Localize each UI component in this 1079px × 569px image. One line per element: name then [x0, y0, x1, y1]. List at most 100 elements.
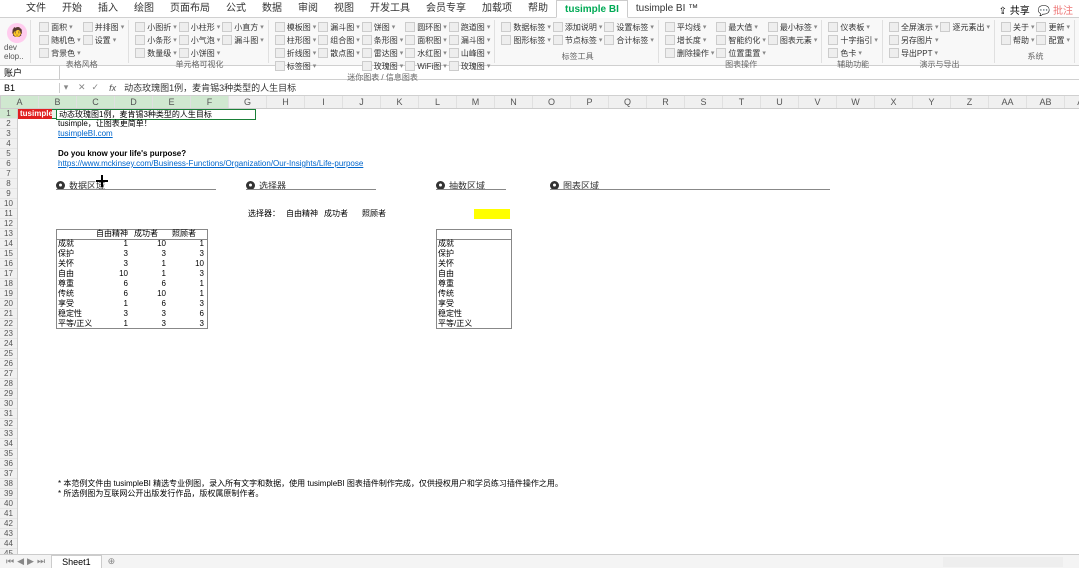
row-header[interactable]: 42	[0, 519, 17, 529]
cell[interactable]: 成就	[436, 239, 512, 249]
col-header[interactable]: J	[343, 96, 381, 108]
row-header[interactable]: 13	[0, 229, 17, 239]
namebox-dropdown-icon[interactable]: ▾	[60, 82, 72, 93]
col-header[interactable]: D	[115, 96, 153, 108]
ribbon-item[interactable]: 仪表板▾	[828, 21, 878, 33]
sheet-nav-next-icon[interactable]: ▶	[27, 556, 34, 567]
ribbon-item[interactable]: 雷达图▾	[362, 47, 404, 59]
ribbon-item[interactable]: 标签图▾	[275, 60, 317, 72]
col-header[interactable]: AB	[1027, 96, 1065, 108]
cell[interactable]: 尊重	[56, 279, 94, 289]
fx-confirm-icon[interactable]: ✓	[92, 82, 100, 93]
ribbon-item[interactable]: 位置重置▾	[716, 47, 766, 59]
col-header[interactable]: U	[761, 96, 799, 108]
ribbon-item[interactable]: 平均线▾	[665, 21, 715, 33]
cell[interactable]: 3	[132, 309, 170, 319]
ribbon-item[interactable]: 面积▾	[39, 21, 81, 33]
cell[interactable]: tusimple	[18, 109, 52, 119]
ribbon-item[interactable]: 帮助▾	[1001, 34, 1035, 46]
row-header[interactable]: 3	[0, 129, 17, 139]
tab-dev[interactable]: 开发工具	[362, 0, 418, 18]
ribbon-item[interactable]: 条形图▾	[362, 34, 404, 46]
col-header[interactable]: AC	[1065, 96, 1079, 108]
col-header[interactable]: Y	[913, 96, 951, 108]
ribbon-item[interactable]: 漏斗图▾	[222, 34, 264, 46]
cell[interactable]: 自由精神	[284, 209, 320, 219]
tab-home[interactable]: 开始	[54, 0, 90, 18]
row-header[interactable]: 25	[0, 349, 17, 359]
cell[interactable]: 1	[94, 319, 132, 329]
cell[interactable]: 3	[94, 249, 132, 259]
row-header[interactable]: 17	[0, 269, 17, 279]
row-header[interactable]: 2	[0, 119, 17, 129]
col-header[interactable]: P	[571, 96, 609, 108]
fx-icon[interactable]: fx	[105, 83, 120, 93]
col-header[interactable]: B	[39, 96, 77, 108]
sheet-nav-first-icon[interactable]: ⏮	[6, 556, 14, 567]
ribbon-item[interactable]: 漏斗图▾	[318, 21, 360, 33]
row-header[interactable]: 35	[0, 449, 17, 459]
ribbon-item[interactable]: 图形标签▾	[501, 34, 551, 46]
ribbon-item[interactable]: 设置▾	[83, 34, 125, 46]
ribbon-item[interactable]: 导出PPT▾	[889, 47, 939, 59]
cell[interactable]: 10	[132, 239, 170, 249]
row-header[interactable]: 24	[0, 339, 17, 349]
tab-tusimple-bi[interactable]: tusimple BI	[556, 0, 628, 18]
row-header[interactable]: 1	[0, 109, 17, 119]
ribbon-item[interactable]: 更新▾	[1036, 21, 1070, 33]
ribbon-item[interactable]: 增长度▾	[665, 34, 715, 46]
cell[interactable]: 6	[94, 289, 132, 299]
tab-tusimple-bi-tm[interactable]: tusimple BI ™	[628, 0, 706, 18]
ribbon-item[interactable]: 面积图▾	[405, 34, 447, 46]
cell[interactable]: 关怀	[436, 259, 512, 269]
ribbon-item[interactable]: 配置▾	[1036, 34, 1070, 46]
col-header[interactable]: L	[419, 96, 457, 108]
ribbon-item[interactable]: 玫瑰图▾	[362, 60, 404, 72]
cell[interactable]: 6	[132, 299, 170, 309]
row-header[interactable]: 23	[0, 329, 17, 339]
ribbon-item[interactable]: 小条形▾	[135, 34, 177, 46]
ribbon-item[interactable]: 图表元素▾	[768, 34, 818, 46]
row-header[interactable]: 6	[0, 159, 17, 169]
ribbon-item[interactable]: 小柱形▾	[179, 21, 221, 33]
share-link[interactable]: ⇪ 共享	[999, 2, 1030, 17]
cell[interactable]: 3	[170, 319, 208, 329]
cell[interactable]: 传统	[56, 289, 94, 299]
ribbon-item[interactable]: 小图折▾	[135, 21, 177, 33]
cell[interactable]: 1	[94, 239, 132, 249]
ribbon-item[interactable]: 折线图▾	[275, 47, 317, 59]
col-header[interactable]: Z	[951, 96, 989, 108]
tab-file[interactable]: 文件	[18, 0, 54, 18]
ribbon-item[interactable]: 并排图▾	[83, 21, 125, 33]
ribbon-item[interactable]: 另存图片▾	[889, 34, 939, 46]
sheet-tab[interactable]: Sheet1	[51, 555, 102, 568]
col-header[interactable]: T	[723, 96, 761, 108]
tab-draw[interactable]: 绘图	[126, 0, 162, 18]
cell[interactable]: tusimpleBI.com	[56, 129, 156, 139]
cell[interactable]: 3	[94, 259, 132, 269]
row-header[interactable]: 16	[0, 259, 17, 269]
row-header[interactable]: 29	[0, 389, 17, 399]
cell[interactable]: 1	[170, 289, 208, 299]
row-header[interactable]: 30	[0, 399, 17, 409]
row-header[interactable]: 36	[0, 459, 17, 469]
cell[interactable]: 保护	[436, 249, 512, 259]
cell[interactable]: 1	[170, 279, 208, 289]
col-header[interactable]: I	[305, 96, 343, 108]
row-header[interactable]: 28	[0, 379, 17, 389]
cell[interactable]: 3	[170, 269, 208, 279]
cell[interactable]: 1	[94, 299, 132, 309]
col-header[interactable]: AA	[989, 96, 1027, 108]
cell[interactable]: * 所选例图为互联网公开出版发行作品，版权属原制作者。	[56, 489, 556, 499]
tab-view[interactable]: 视图	[326, 0, 362, 18]
cell[interactable]: 1	[132, 269, 170, 279]
col-header[interactable]: E	[153, 96, 191, 108]
col-header[interactable]: F	[191, 96, 229, 108]
cell[interactable]: 稳定性	[56, 309, 94, 319]
comment-link[interactable]: 💬 批注	[1038, 2, 1073, 17]
ribbon-item[interactable]: 水红图▾	[405, 47, 447, 59]
row-header[interactable]: 7	[0, 169, 17, 179]
cell[interactable]: 享受	[56, 299, 94, 309]
col-header[interactable]: G	[229, 96, 267, 108]
cell[interactable]: 平等/正义	[56, 319, 94, 329]
